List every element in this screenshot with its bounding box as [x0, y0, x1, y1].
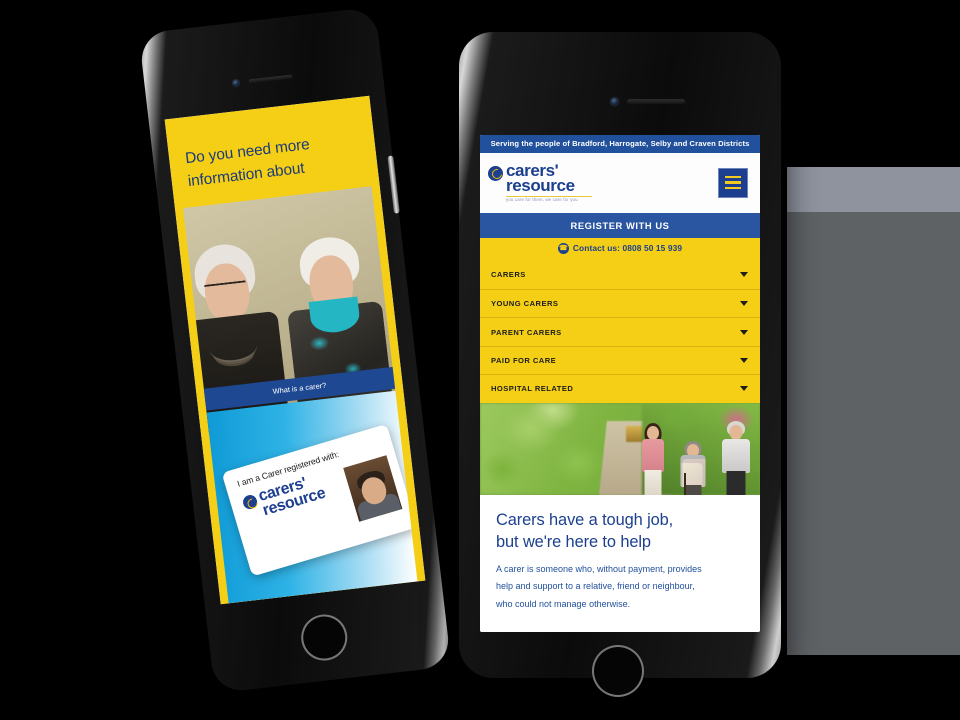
- home-button[interactable]: [592, 645, 644, 697]
- chevron-down-icon: [740, 301, 748, 307]
- hero-image-garden-walk: [480, 402, 760, 495]
- logo-tagline: you care for them, we care for you: [506, 197, 578, 203]
- face: [729, 424, 743, 440]
- carer-id-card: I am a Carer registered with: carers' re…: [221, 423, 418, 577]
- site-logo-text: carers' resource you care for them, we c…: [506, 162, 592, 203]
- contact-bar[interactable]: ☎ Contact us: 0808 50 15 939: [480, 237, 760, 259]
- page-title-line-1: Carers have a tough job,: [496, 510, 674, 529]
- hamburger-line: [725, 186, 741, 190]
- phone-icon: ☎: [557, 242, 569, 254]
- right-phone-device: Serving the people of Bradford, Harrogat…: [459, 32, 781, 697]
- site-logo[interactable]: carers' resource you care for them, we c…: [488, 162, 592, 203]
- service-area-strip: Serving the people of Bradford, Harrogat…: [480, 135, 760, 153]
- chevron-down-icon: [740, 357, 748, 363]
- accordion-item-paid-for-care[interactable]: PAID FOR CARE: [480, 345, 760, 374]
- accordion-label: HOSPITAL RELATED: [491, 384, 574, 394]
- category-accordion: CARERS YOUNG CARERS PARENT CARERS PAID F…: [480, 258, 760, 403]
- carers-resource-logo-icon: [488, 165, 503, 181]
- right-phone-screen: Serving the people of Bradford, Harrogat…: [480, 135, 760, 632]
- carer-card-panel: I am a Carer registered with: carers' re…: [206, 390, 418, 604]
- definition-line-3: who could not manage otherwise.: [496, 598, 631, 609]
- accordion-item-parent-carers[interactable]: PARENT CARERS: [480, 317, 760, 345]
- accordion-item-hospital-related[interactable]: HOSPITAL RELATED: [480, 374, 760, 402]
- screenshot-stage: Do you need more information about What …: [0, 0, 960, 720]
- torso: [641, 438, 664, 472]
- person-young-carer: [640, 417, 666, 495]
- accordion-item-young-carers[interactable]: YOUNG CARERS: [480, 288, 760, 317]
- definition-line-2: help and support to a relative, friend o…: [496, 581, 695, 592]
- left-phone-device: Do you need more information about What …: [138, 6, 452, 694]
- site-header: carers' resource you care for them, we c…: [480, 152, 760, 213]
- carer-card-portrait: [343, 455, 403, 522]
- carer-definition: A carer is someone who, without payment,…: [496, 561, 744, 614]
- dark-grey-placeholder-block: [787, 212, 960, 655]
- hamburger-line: [725, 181, 741, 184]
- logo-line-2: resource: [506, 176, 575, 196]
- hamburger-menu-icon[interactable]: [718, 167, 748, 198]
- earpiece-speaker: [627, 99, 685, 104]
- accordion-label: PAID FOR CARE: [491, 355, 557, 365]
- person-older-man: [721, 417, 751, 495]
- legs: [684, 484, 702, 495]
- page-title: Carers have a tough job, but we're here …: [496, 509, 744, 554]
- contact-text: Contact us: 0808 50 15 939: [572, 243, 683, 254]
- chevron-down-icon: [740, 272, 748, 278]
- hamburger-line: [725, 175, 741, 179]
- chevron-down-icon: [740, 386, 748, 392]
- register-with-us-button[interactable]: REGISTER WITH US: [480, 212, 760, 238]
- light-grey-placeholder-band: [787, 167, 960, 212]
- walking-stick: [684, 472, 686, 495]
- carers-resource-logo-icon: [241, 493, 259, 511]
- accordion-label: YOUNG CARERS: [491, 299, 559, 309]
- person-older-woman: [679, 429, 707, 495]
- accordion-label: CARERS: [491, 270, 526, 280]
- chevron-down-icon: [740, 329, 748, 335]
- definition-line-1: A carer is someone who, without payment,…: [496, 563, 702, 574]
- accordion-item-carers[interactable]: CARERS: [480, 261, 760, 289]
- face: [646, 425, 659, 440]
- legs: [726, 470, 746, 495]
- front-camera-icon: [611, 98, 618, 105]
- hero-copy: Carers have a tough job, but we're here …: [480, 495, 760, 614]
- legs: [644, 469, 662, 495]
- torso: [721, 438, 750, 473]
- page-title-line-2: but we're here to help: [496, 533, 651, 552]
- right-phone-website: Serving the people of Bradford, Harrogat…: [480, 135, 760, 632]
- accordion-label: PARENT CARERS: [491, 327, 562, 337]
